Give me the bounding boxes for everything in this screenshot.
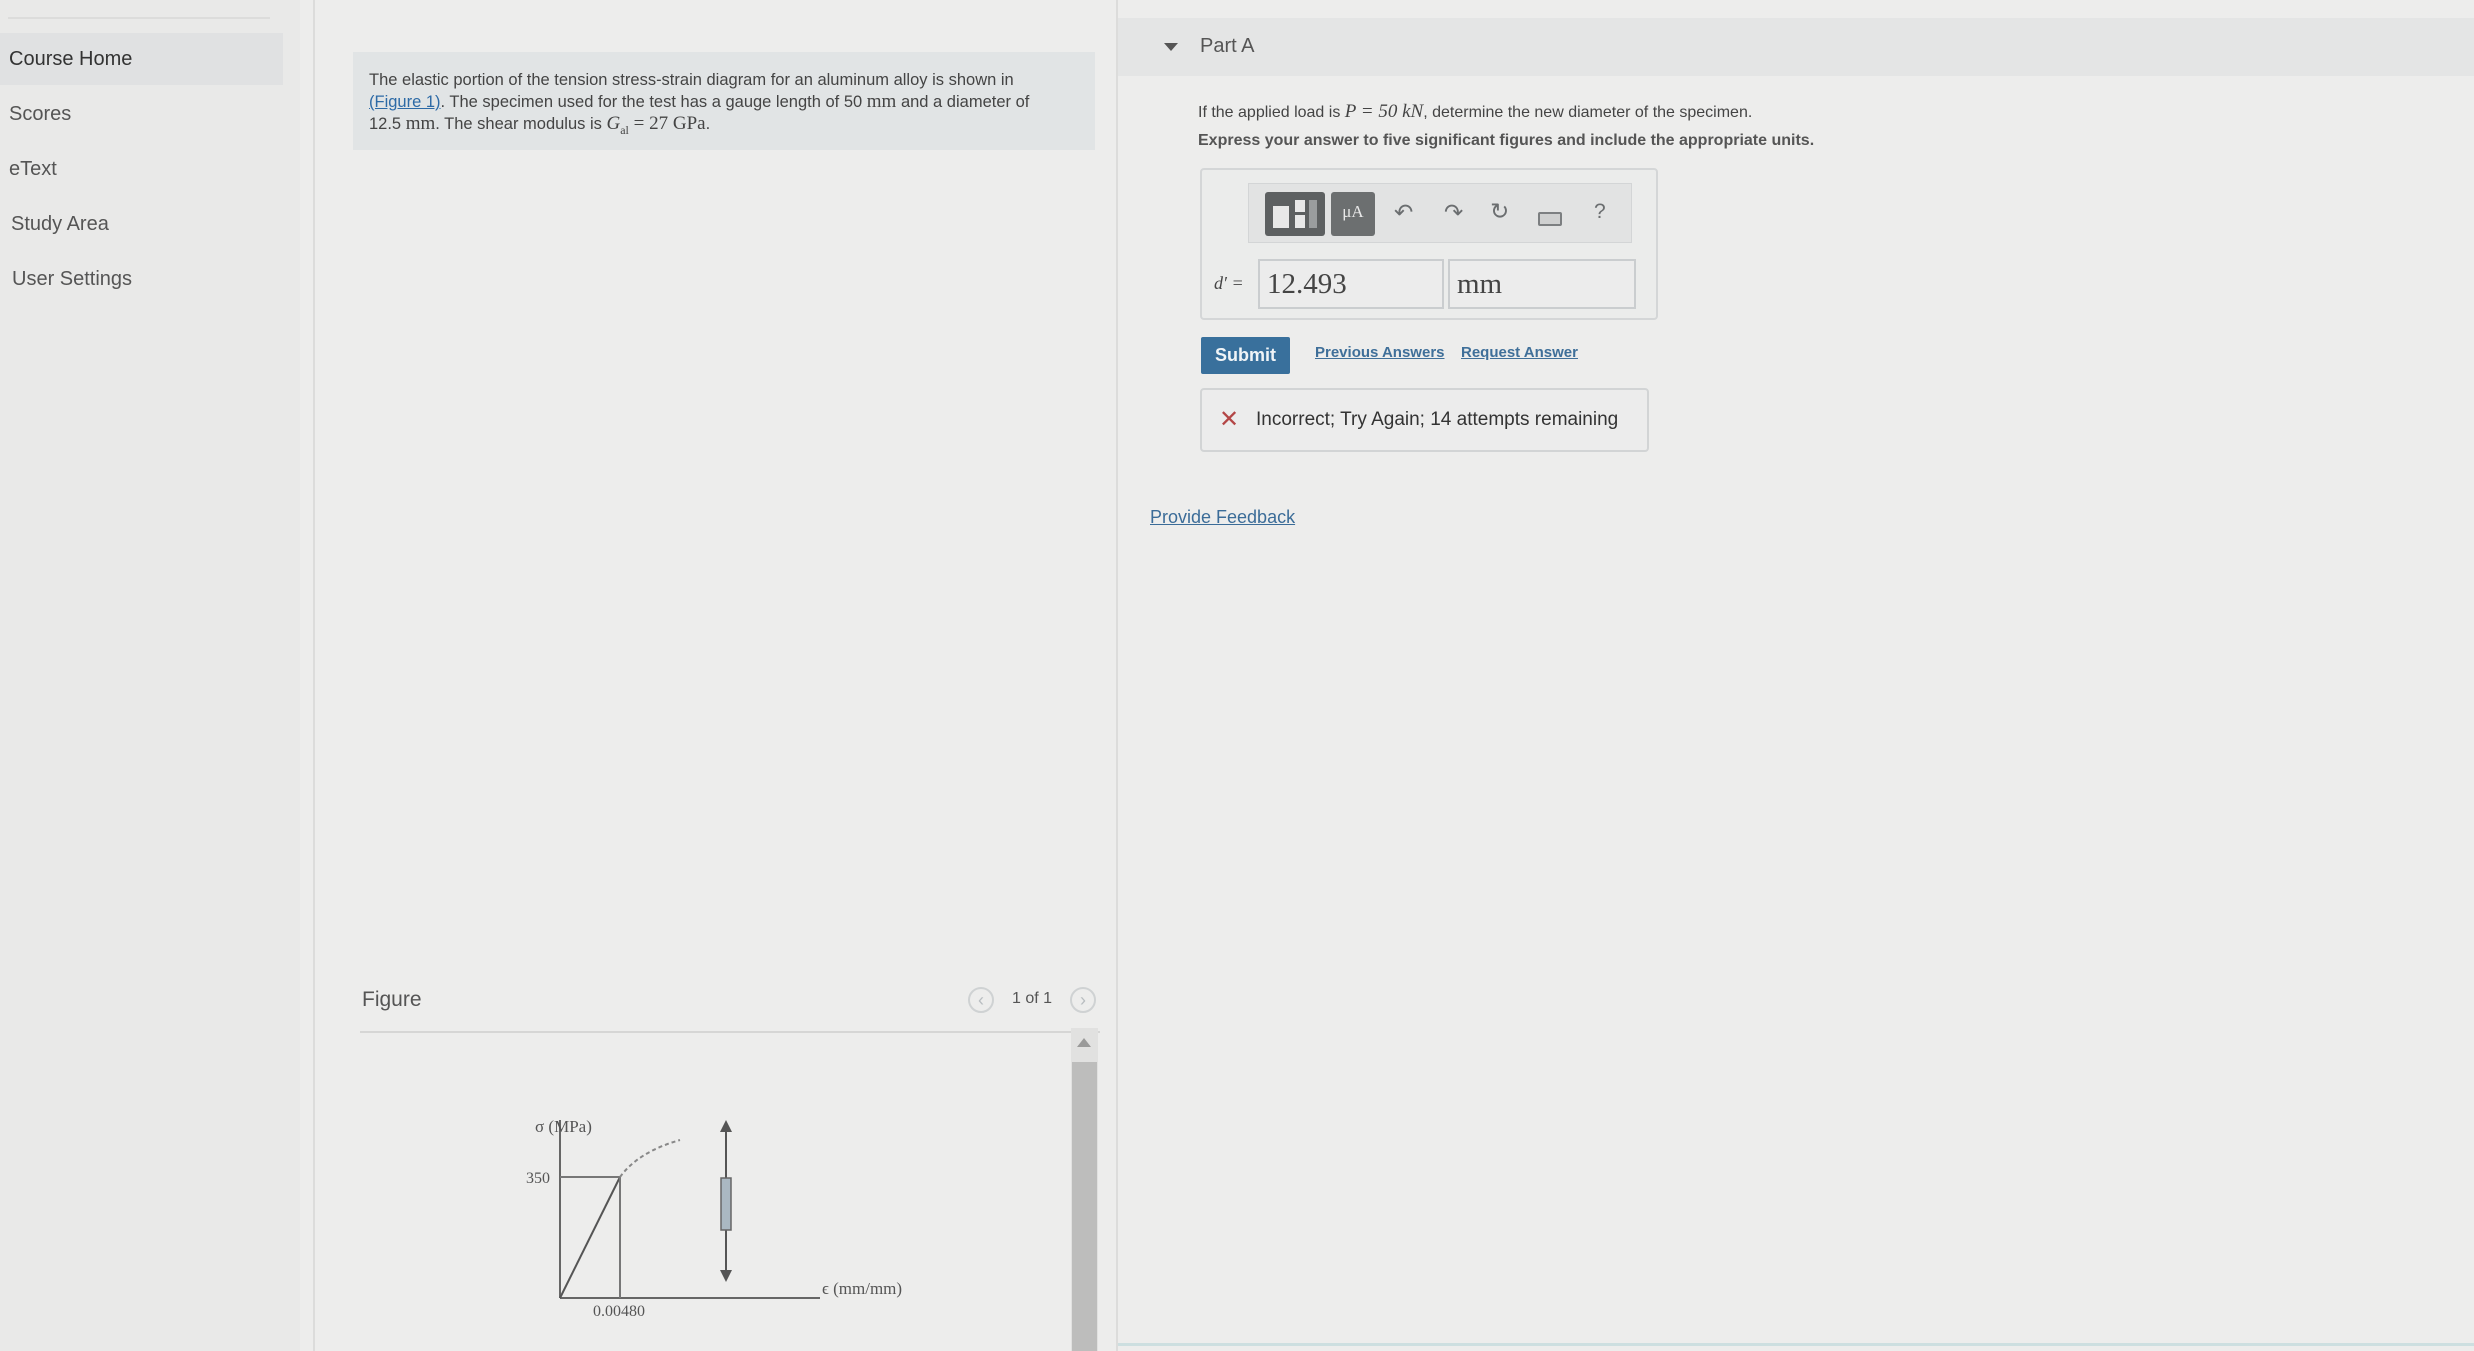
variable-label: d′ = (1214, 273, 1244, 293)
strain-axis-label: ϵ (mm/mm) (822, 1279, 902, 1298)
figure-next-button[interactable]: › (1070, 987, 1096, 1013)
redo-icon[interactable]: ↷ (1444, 199, 1463, 226)
provide-feedback-link[interactable]: Provide Feedback (1150, 507, 1295, 528)
plastic-curve (619, 1139, 681, 1178)
chevron-left-icon: ‹ (978, 990, 984, 1010)
scroll-thumb[interactable] (1072, 1062, 1097, 1351)
sidebar-item-study-area[interactable]: Study Area (0, 198, 283, 250)
figure-pager: 1 of 1 (1012, 990, 1053, 1007)
figure-link[interactable]: (Figure 1) (369, 93, 441, 111)
sidebar-item-scores[interactable]: Scores (0, 88, 283, 140)
sidebar-item-etext[interactable]: eText (0, 143, 283, 195)
reset-icon[interactable]: ↻ (1490, 198, 1509, 225)
problem-statement: The elastic portion of the tension stres… (353, 52, 1095, 150)
part-a-title: Part A (1200, 35, 1255, 57)
keyboard-icon[interactable] (1538, 212, 1562, 226)
previous-answers-link[interactable]: Previous Answers (1315, 344, 1445, 361)
stress-tick-label: 350 (526, 1170, 550, 1187)
elastic-line (559, 1176, 621, 1299)
stress-strain-diagram: σ (MPa) 350 0.00480 ϵ (mm/mm) (526, 1118, 902, 1320)
bottom-border (1118, 1343, 2474, 1346)
sidebar-item-user-settings[interactable]: User Settings (0, 253, 283, 305)
chevron-right-icon: › (1080, 990, 1086, 1010)
scroll-up-icon[interactable] (1077, 1038, 1091, 1047)
submit-button[interactable]: Submit (1201, 337, 1290, 374)
figure-prev-button[interactable]: ‹ (968, 987, 994, 1013)
question-text: If the applied load is P = 50 kN, determ… (1198, 101, 1753, 122)
specimen-icon (720, 1120, 732, 1282)
sidebar-item-course-home[interactable]: Course Home (0, 33, 283, 85)
sidebar: Course Home Scores eText Study Area User… (0, 0, 300, 1351)
column-divider (313, 0, 315, 1351)
strain-tick-label: 0.00480 (593, 1303, 645, 1320)
answer-value-input[interactable] (1258, 259, 1444, 309)
x-icon: ✕ (1219, 406, 1240, 433)
figure-divider (360, 1031, 1100, 1033)
figure-scrollbar[interactable] (1071, 1028, 1098, 1351)
feedback-message: Incorrect; Try Again; 14 attempts remain… (1256, 409, 1619, 430)
templates-icon[interactable] (1265, 192, 1325, 236)
figure-title: Figure (362, 988, 422, 1011)
help-icon[interactable]: ? (1594, 200, 1606, 224)
stress-axis-label: σ (MPa) (535, 1118, 592, 1136)
caret-down-icon[interactable] (1164, 43, 1178, 51)
answer-unit-input[interactable] (1448, 259, 1636, 309)
units-icon[interactable]: μA (1331, 192, 1375, 236)
column-divider (1116, 0, 1118, 1351)
instruction-text: Express your answer to five significant … (1198, 132, 1815, 149)
undo-icon[interactable]: ↶ (1394, 199, 1413, 226)
sidebar-divider (8, 17, 270, 19)
request-answer-link[interactable]: Request Answer (1461, 344, 1578, 361)
part-a-header[interactable] (1118, 18, 2474, 76)
